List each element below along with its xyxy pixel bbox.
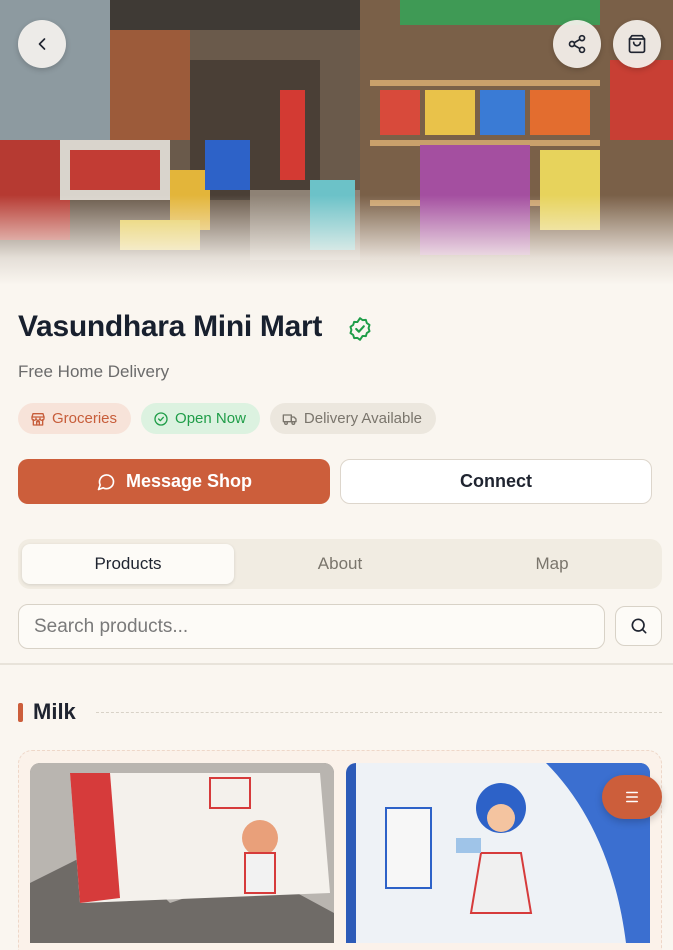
open-status-label: Open Now	[175, 410, 246, 427]
open-status-badge: Open Now	[141, 403, 260, 434]
cover-fade	[0, 195, 673, 285]
category-badge: Groceries	[18, 403, 132, 434]
check-circle-icon	[154, 411, 168, 426]
chevron-left-icon	[38, 38, 46, 50]
shopping-bag-icon	[628, 34, 646, 54]
tab-map[interactable]: Map	[446, 544, 658, 584]
menu-icon	[626, 791, 638, 803]
delivery-badge-label: Delivery Available	[303, 410, 423, 427]
search-icon	[631, 618, 646, 634]
product-image	[30, 763, 334, 943]
verified-badge-icon	[349, 317, 371, 341]
section-title: Milk	[33, 699, 76, 724]
shop-badges: Groceries Open Now Delivery Available	[18, 403, 437, 434]
tab-about[interactable]: About	[234, 544, 446, 584]
section-accent-bar	[18, 703, 23, 722]
shop-tagline: Free Home Delivery	[18, 362, 170, 381]
truck-icon	[282, 413, 297, 425]
shop-name: Vasundhara Mini Mart	[18, 310, 323, 343]
back-button[interactable]	[18, 20, 66, 68]
product-grid	[18, 750, 662, 950]
message-shop-label: Message Shop	[125, 471, 253, 491]
section-divider	[96, 712, 662, 713]
shop-tabs: Products About Map	[18, 539, 662, 589]
search-button[interactable]	[615, 606, 662, 646]
tab-products[interactable]: Products	[22, 544, 234, 584]
search-input[interactable]	[18, 604, 605, 649]
product-card[interactable]	[30, 763, 334, 943]
connect-label: Connect	[460, 471, 532, 491]
message-circle-icon	[97, 473, 115, 490]
delivery-badge: Delivery Available	[269, 403, 437, 434]
category-badge-label: Groceries	[52, 410, 118, 427]
share-button[interactable]	[553, 20, 601, 68]
store-icon	[31, 412, 45, 426]
share-icon	[568, 34, 586, 54]
message-shop-button[interactable]: Message Shop	[18, 459, 330, 504]
categories-menu-button[interactable]	[602, 775, 662, 819]
cart-button[interactable]	[613, 20, 661, 68]
connect-button[interactable]: Connect	[340, 459, 652, 504]
search-bar	[0, 589, 673, 665]
